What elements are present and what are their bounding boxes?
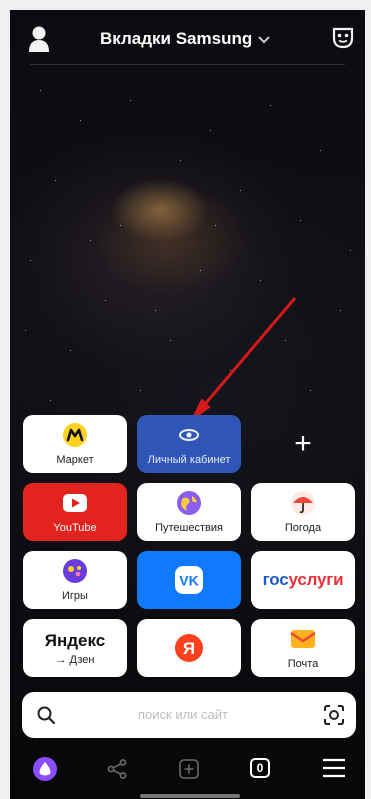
alice-assistant-icon[interactable]	[32, 756, 58, 782]
gosuslugi-logo: госуслуги	[262, 570, 344, 589]
device-frame: Вкладки Samsung Маркет Личный кабинет + …	[0, 0, 371, 799]
share-icon[interactable]	[106, 758, 128, 780]
camera-search-icon[interactable]	[322, 703, 346, 727]
search-bar[interactable]: поиск или сайт	[22, 692, 356, 738]
tabs-count: 0	[256, 761, 264, 775]
tile-label: YouTube	[53, 522, 97, 534]
tile-market[interactable]: Маркет	[23, 415, 127, 473]
tile-yandex[interactable]: Я	[137, 619, 241, 677]
tile-gosuslugi[interactable]: госуслуги	[251, 551, 355, 609]
vk-logo-icon: VK	[174, 565, 204, 595]
plus-icon: +	[294, 427, 312, 460]
search-input[interactable]: поиск или сайт	[138, 707, 228, 722]
gamepad-icon	[62, 558, 88, 584]
tile-games[interactable]: Игры	[23, 551, 127, 609]
umbrella-icon	[290, 490, 316, 516]
globe-icon	[176, 490, 202, 516]
bottom-navigation: 0	[10, 746, 365, 799]
tile-travel[interactable]: Путешествия	[137, 483, 241, 541]
tile-label: Личный кабинет	[147, 454, 231, 466]
tile-label: Погода	[284, 522, 322, 534]
tabs-title: Вкладки Samsung	[100, 29, 253, 48]
yandex-logo-icon: Я	[174, 633, 204, 663]
incognito-mask-icon[interactable]	[330, 24, 356, 50]
menu-hamburger-icon[interactable]	[322, 758, 346, 778]
tile-label: → Дзен	[55, 653, 95, 666]
new-tab-icon[interactable]	[178, 758, 200, 780]
mail-envelope-icon	[290, 626, 316, 652]
tile-youtube[interactable]: YouTube	[23, 483, 127, 541]
tile-label: Путешествия	[155, 522, 223, 534]
tile-vk[interactable]: VK	[137, 551, 241, 609]
tabs-count-button[interactable]: 0	[250, 758, 270, 778]
tile-label: Игры	[62, 590, 88, 602]
tile-label: Маркет	[56, 454, 94, 466]
profile-icon[interactable]	[26, 24, 52, 54]
youtube-play-icon	[62, 490, 88, 516]
search-icon	[37, 706, 56, 725]
browser-home-screen: Вкладки Samsung Маркет Личный кабинет + …	[10, 10, 365, 799]
top-bar: Вкладки Samsung	[10, 10, 365, 66]
svg-text:Я: Я	[183, 639, 195, 658]
tile-personal-account[interactable]: Личный кабинет	[137, 415, 241, 473]
gesture-bar	[140, 794, 240, 798]
red-arrow-annotation	[191, 297, 297, 421]
header-divider	[30, 64, 345, 65]
add-tile-button[interactable]: +	[251, 415, 355, 473]
tile-yandex-dzen[interactable]: Яндекс → Дзен	[23, 619, 127, 677]
chevron-down-icon	[258, 32, 270, 47]
svg-text:VK: VK	[179, 573, 198, 589]
yandex-wordmark: Яндекс	[44, 630, 106, 650]
market-icon	[62, 422, 88, 448]
tile-weather[interactable]: Погода	[251, 483, 355, 541]
tile-label: Почта	[287, 658, 319, 670]
tile-mail[interactable]: Почта	[251, 619, 355, 677]
tabs-switcher[interactable]: Вкладки Samsung	[100, 26, 300, 52]
eye-icon	[176, 422, 202, 448]
